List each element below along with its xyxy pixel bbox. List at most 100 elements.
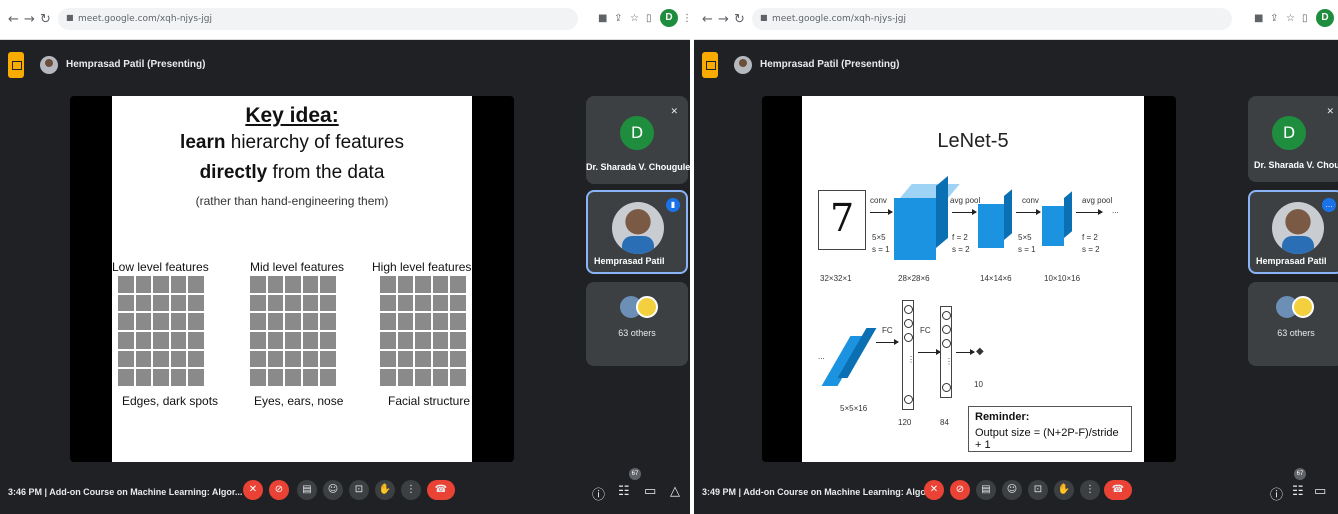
mic-off-icon: ✕ <box>1326 106 1334 116</box>
info-icon[interactable]: ⓘ <box>1270 484 1283 503</box>
people-icon[interactable]: ☷ <box>1292 484 1304 499</box>
slide-title: Key idea: <box>245 104 339 127</box>
more-vert-icon[interactable]: ⋮ <box>401 480 421 500</box>
reminder-title: Reminder: <box>975 411 1030 423</box>
back-arrow-icon[interactable]: ← <box>8 12 19 27</box>
sidepanel-icon[interactable]: ▯ <box>1302 13 1308 24</box>
participant-tile-sharada[interactable]: ✕ D Dr. Sharada V. Chougule <box>586 96 690 184</box>
layer2-volume <box>978 204 1004 248</box>
participant-tile-hemprasad[interactable]: … Hemprasad Patil <box>1248 190 1338 274</box>
meet-window-left: ← → ↻ ■ meet.google.com/xqh-njys-jgj ■ ⇪… <box>0 0 690 514</box>
reload-icon[interactable]: ↻ <box>40 12 51 27</box>
neuron-ellipsis: ⋮ <box>907 355 915 364</box>
raise-hand-icon[interactable]: ✋ <box>1054 480 1074 500</box>
activities-icon[interactable]: △ <box>670 484 680 499</box>
mic-off-icon[interactable]: ✕ <box>924 480 944 500</box>
slide-line-1: learn hierarchy of features <box>180 132 404 153</box>
pool2-params: f = 2 s = 2 <box>1082 233 1100 254</box>
more-options-icon[interactable]: … <box>1322 198 1336 212</box>
captions-icon[interactable]: ▤ <box>297 480 317 500</box>
info-icon[interactable]: ⓘ <box>592 484 605 503</box>
bookmark-star-icon[interactable]: ☆ <box>1286 13 1295 24</box>
others-tile[interactable]: 63 others <box>586 282 688 366</box>
mid-level-caption: Eyes, ears, nose <box>254 394 344 408</box>
meet-control-bar: 3:49 PM | Add-on Course on Machine Learn… <box>694 470 1338 514</box>
reload-icon[interactable]: ↻ <box>734 12 745 27</box>
others-tile[interactable]: 63 others <box>1248 282 1338 366</box>
end-call-icon[interactable]: ☎ <box>427 480 455 500</box>
avatar: D <box>620 116 654 150</box>
participant-name: Hemprasad Patil <box>1256 256 1327 266</box>
mic-off-icon[interactable]: ✕ <box>243 480 263 500</box>
layer3-volume <box>1042 206 1064 246</box>
camera-indicator-icon[interactable]: ■ <box>1254 13 1263 24</box>
fc2-column: ⋮ <box>940 306 953 398</box>
chat-icon[interactable]: ▭ <box>1314 484 1326 499</box>
arrow <box>952 209 977 215</box>
present-screen-icon[interactable] <box>702 52 718 78</box>
layer2-size: 14×14×6 <box>980 274 1012 283</box>
forward-arrow-icon[interactable]: → <box>718 12 729 27</box>
forward-arrow-icon[interactable]: → <box>24 12 35 27</box>
address-bar[interactable]: ■ meet.google.com/xqh-njys-jgj <box>58 8 578 30</box>
menu-dots-icon[interactable]: ⋮ <box>682 13 690 24</box>
emoji-icon[interactable]: ☺ <box>323 480 343 500</box>
share-icon[interactable]: ⇪ <box>1270 13 1278 24</box>
low-level-feature-grid <box>118 276 204 386</box>
participant-tile-sharada[interactable]: ✕ D Dr. Sharada V. Chougule <box>1248 96 1338 182</box>
high-level-label: High level features <box>372 260 472 274</box>
camera-off-icon[interactable]: ⊘ <box>269 480 289 500</box>
arrow <box>1016 209 1041 215</box>
chat-icon[interactable]: ▭ <box>644 484 656 499</box>
avatar: D <box>1272 116 1306 150</box>
share-icon[interactable]: ⇪ <box>614 13 622 24</box>
time-meeting-title: 3:46 PM | Add-on Course on Machine Learn… <box>8 487 243 497</box>
lock-icon: ■ <box>66 13 74 22</box>
camera-off-icon[interactable]: ⊘ <box>950 480 970 500</box>
captions-icon[interactable]: ▤ <box>976 480 996 500</box>
presenter-avatar <box>734 56 752 74</box>
ellipsis-top: ... <box>1112 206 1119 215</box>
fc2-size: 84 <box>940 418 949 427</box>
emoji-icon[interactable]: ☺ <box>1002 480 1022 500</box>
profile-avatar[interactable]: D <box>660 9 678 27</box>
conv1-label: conv <box>870 196 887 205</box>
bookmark-star-icon[interactable]: ☆ <box>630 13 639 24</box>
profile-avatar[interactable]: D <box>1316 9 1334 27</box>
back-arrow-icon[interactable]: ← <box>702 12 713 27</box>
sidepanel-icon[interactable]: ▯ <box>646 13 652 24</box>
participant-name: Dr. Sharada V. Chougule <box>586 162 690 172</box>
mid-level-label: Mid level features <box>250 260 345 274</box>
fc1-label: FC <box>882 326 893 335</box>
participant-name: Hemprasad Patil <box>594 256 665 266</box>
ellipsis-bottom: ... <box>818 352 825 361</box>
slide-title: LeNet-5 <box>937 130 1009 152</box>
arrow <box>876 339 899 345</box>
mid-level-feature-grid <box>250 276 336 386</box>
participant-tile-hemprasad[interactable]: ▮ Hemprasad Patil <box>586 190 688 274</box>
participant-count-badge: 67 <box>1294 468 1306 480</box>
conv1-params: 5×5 s = 1 <box>872 233 890 254</box>
present-screen-icon[interactable]: ⊡ <box>1028 480 1048 500</box>
reminder-formula: Output size = (N+2P-F)/stride + 1 <box>975 427 1119 451</box>
address-bar[interactable]: ■ meet.google.com/xqh-njys-jgj <box>752 8 1232 30</box>
end-call-icon[interactable]: ☎ <box>1104 480 1132 500</box>
lock-icon: ■ <box>760 13 768 22</box>
speaking-indicator-icon: ▮ <box>666 198 680 212</box>
more-vert-icon[interactable]: ⋮ <box>1080 480 1100 500</box>
presenter-avatar <box>40 56 58 74</box>
people-icon[interactable]: ☷ <box>618 484 630 499</box>
neuron <box>942 339 951 348</box>
present-screen-icon[interactable] <box>8 52 24 78</box>
presenter-label: Hemprasad Patil (Presenting) <box>66 59 206 70</box>
meet-window-right: ← → ↻ ■ meet.google.com/xqh-njys-jgj ■ ⇪… <box>694 0 1338 514</box>
camera-indicator-icon[interactable]: ■ <box>598 13 607 24</box>
pool2-label: avg pool <box>1082 196 1113 205</box>
layer1-volume <box>894 198 936 260</box>
raise-hand-icon[interactable]: ✋ <box>375 480 395 500</box>
high-level-feature-grid <box>380 276 466 386</box>
arrow <box>1076 209 1103 215</box>
present-screen-icon[interactable]: ⊡ <box>349 480 369 500</box>
output-node-icon: ◆ <box>976 346 984 357</box>
conv2-label: conv <box>1022 196 1039 205</box>
